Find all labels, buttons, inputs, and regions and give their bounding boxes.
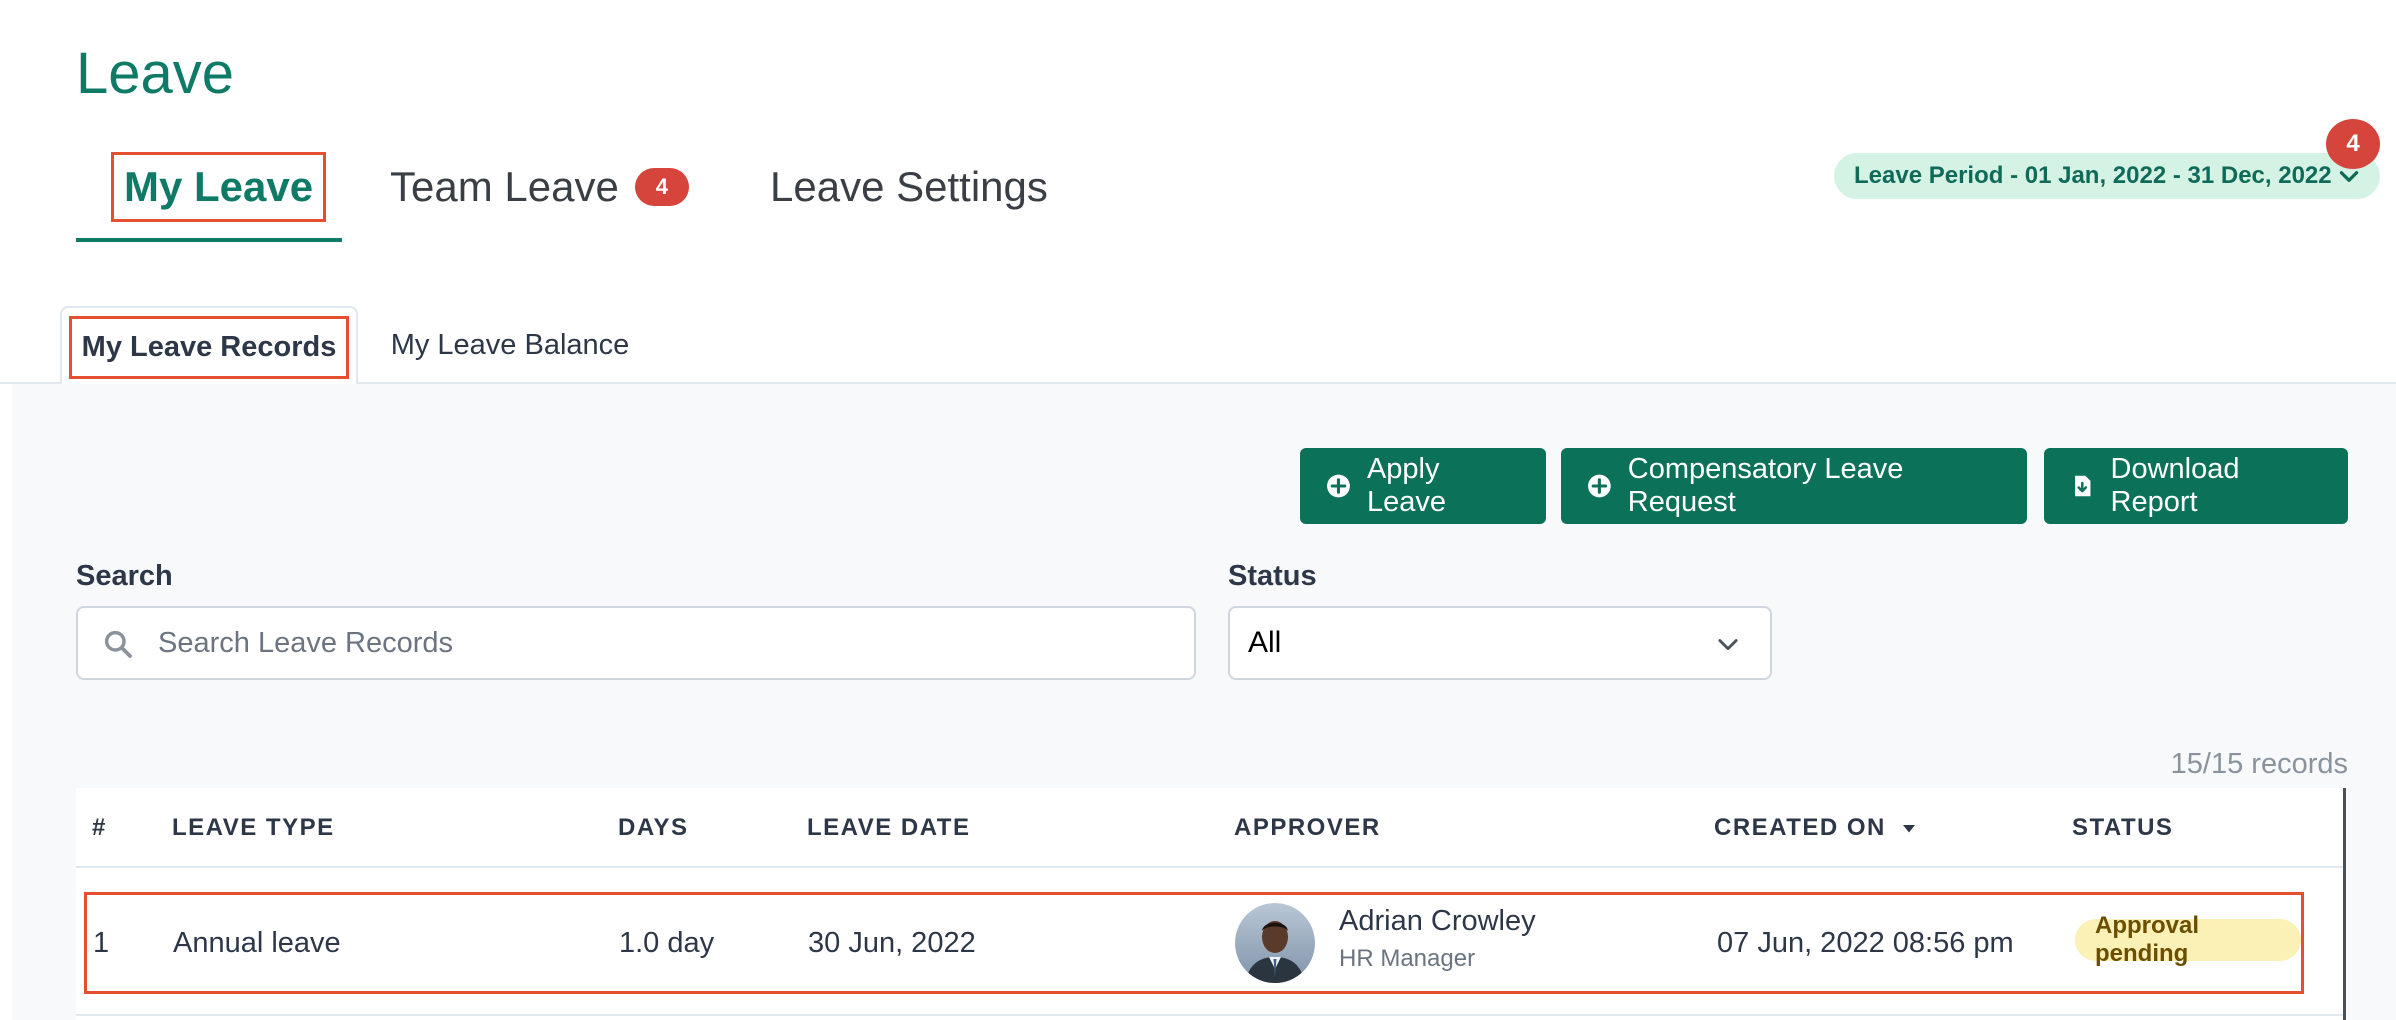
row-created-on: 07 Jun, 2022 08:56 pm (1717, 927, 2014, 959)
compensatory-leave-label: Compensatory Leave Request (1627, 453, 1904, 518)
header-days: DAYS (618, 814, 689, 841)
leave-records-table: # LEAVE TYPE DAYS LEAVE DATE APPROVER CR… (76, 788, 2346, 1020)
plus-circle-icon (1588, 474, 1611, 498)
leave-period-badge: 4 (2326, 119, 2380, 169)
leave-period-label: Leave Period - 01 Jan, 2022 - 31 Dec, 20… (1854, 162, 2332, 189)
status-label: Status (1228, 560, 1317, 592)
tab-my-leave-label: My Leave (110, 151, 327, 222)
status-badge: Approval pending (2075, 912, 2301, 967)
tab-team-leave-label: Team Leave (390, 162, 619, 210)
plus-circle-icon (1327, 474, 1350, 498)
compensatory-leave-button[interactable]: Compensatory Leave Request (1561, 448, 2027, 524)
main-tabs: My Leave Team Leave 4 Leave Settings (76, 130, 1076, 243)
avatar-photo (1235, 903, 1315, 983)
records-count: 15/15 records (2170, 748, 2348, 780)
team-leave-badge: 4 (634, 167, 689, 206)
row-leave-type: Annual leave (173, 927, 341, 959)
tab-my-leave-balance[interactable]: My Leave Balance (378, 306, 642, 384)
tab-my-leave-records-label: My Leave Records (68, 315, 350, 379)
header-created-on[interactable]: CREATED ON (1714, 814, 1918, 842)
header-status: STATUS (2072, 814, 2174, 841)
chevron-down-icon (1718, 639, 1738, 651)
row-leave-date: 30 Jun, 2022 (808, 927, 976, 959)
header-leave-date: LEAVE DATE (807, 814, 971, 841)
tab-my-leave-records[interactable]: My Leave Records (60, 306, 358, 386)
sub-tabs: My Leave Records My Leave Balance (0, 306, 2396, 386)
search-icon (104, 630, 132, 658)
header-created-on-label: CREATED ON (1714, 814, 1886, 841)
tab-my-leave-balance-label: My Leave Balance (390, 328, 630, 361)
file-download-icon (2075, 475, 2091, 497)
search-label: Search (76, 560, 173, 592)
download-report-label: Download Report (2110, 453, 2240, 518)
download-report-button[interactable]: Download Report (2044, 448, 2348, 524)
leave-period-dropdown[interactable]: Leave Period - 01 Jan, 2022 - 31 Dec, 20… (1834, 153, 2380, 199)
tab-my-leave[interactable]: My Leave (110, 130, 327, 243)
tab-leave-settings[interactable]: Leave Settings (770, 130, 1048, 243)
tab-team-leave[interactable]: Team Leave 4 (390, 130, 689, 243)
header-leave-type: LEAVE TYPE (172, 814, 335, 841)
row-approver-role: HR Manager (1339, 945, 1476, 972)
active-tab-underline (76, 238, 342, 242)
row-approver-name: Adrian Crowley (1339, 905, 1536, 937)
row-index: 1 (93, 927, 110, 959)
apply-leave-label: Apply Leave (1366, 453, 1446, 518)
avatar (1235, 903, 1315, 983)
status-select[interactable]: All (1228, 606, 1772, 680)
table-header: # LEAVE TYPE DAYS LEAVE DATE APPROVER CR… (76, 788, 2343, 868)
row-days: 1.0 day (619, 927, 715, 959)
status-select-value: All (1248, 626, 1282, 659)
table-row[interactable]: 1 Annual leave 1.0 day 30 Jun, 2022 Adri… (84, 892, 2304, 994)
header-index: # (92, 814, 107, 841)
sort-desc-icon (1902, 825, 1915, 833)
search-field (76, 606, 1196, 680)
apply-leave-button[interactable]: Apply Leave (1300, 448, 1546, 524)
search-input[interactable] (158, 608, 1158, 678)
tab-leave-settings-label: Leave Settings (770, 162, 1048, 210)
header-approver: APPROVER (1234, 814, 1381, 841)
row-divider (76, 1014, 2343, 1016)
page-title: Leave (76, 41, 235, 106)
